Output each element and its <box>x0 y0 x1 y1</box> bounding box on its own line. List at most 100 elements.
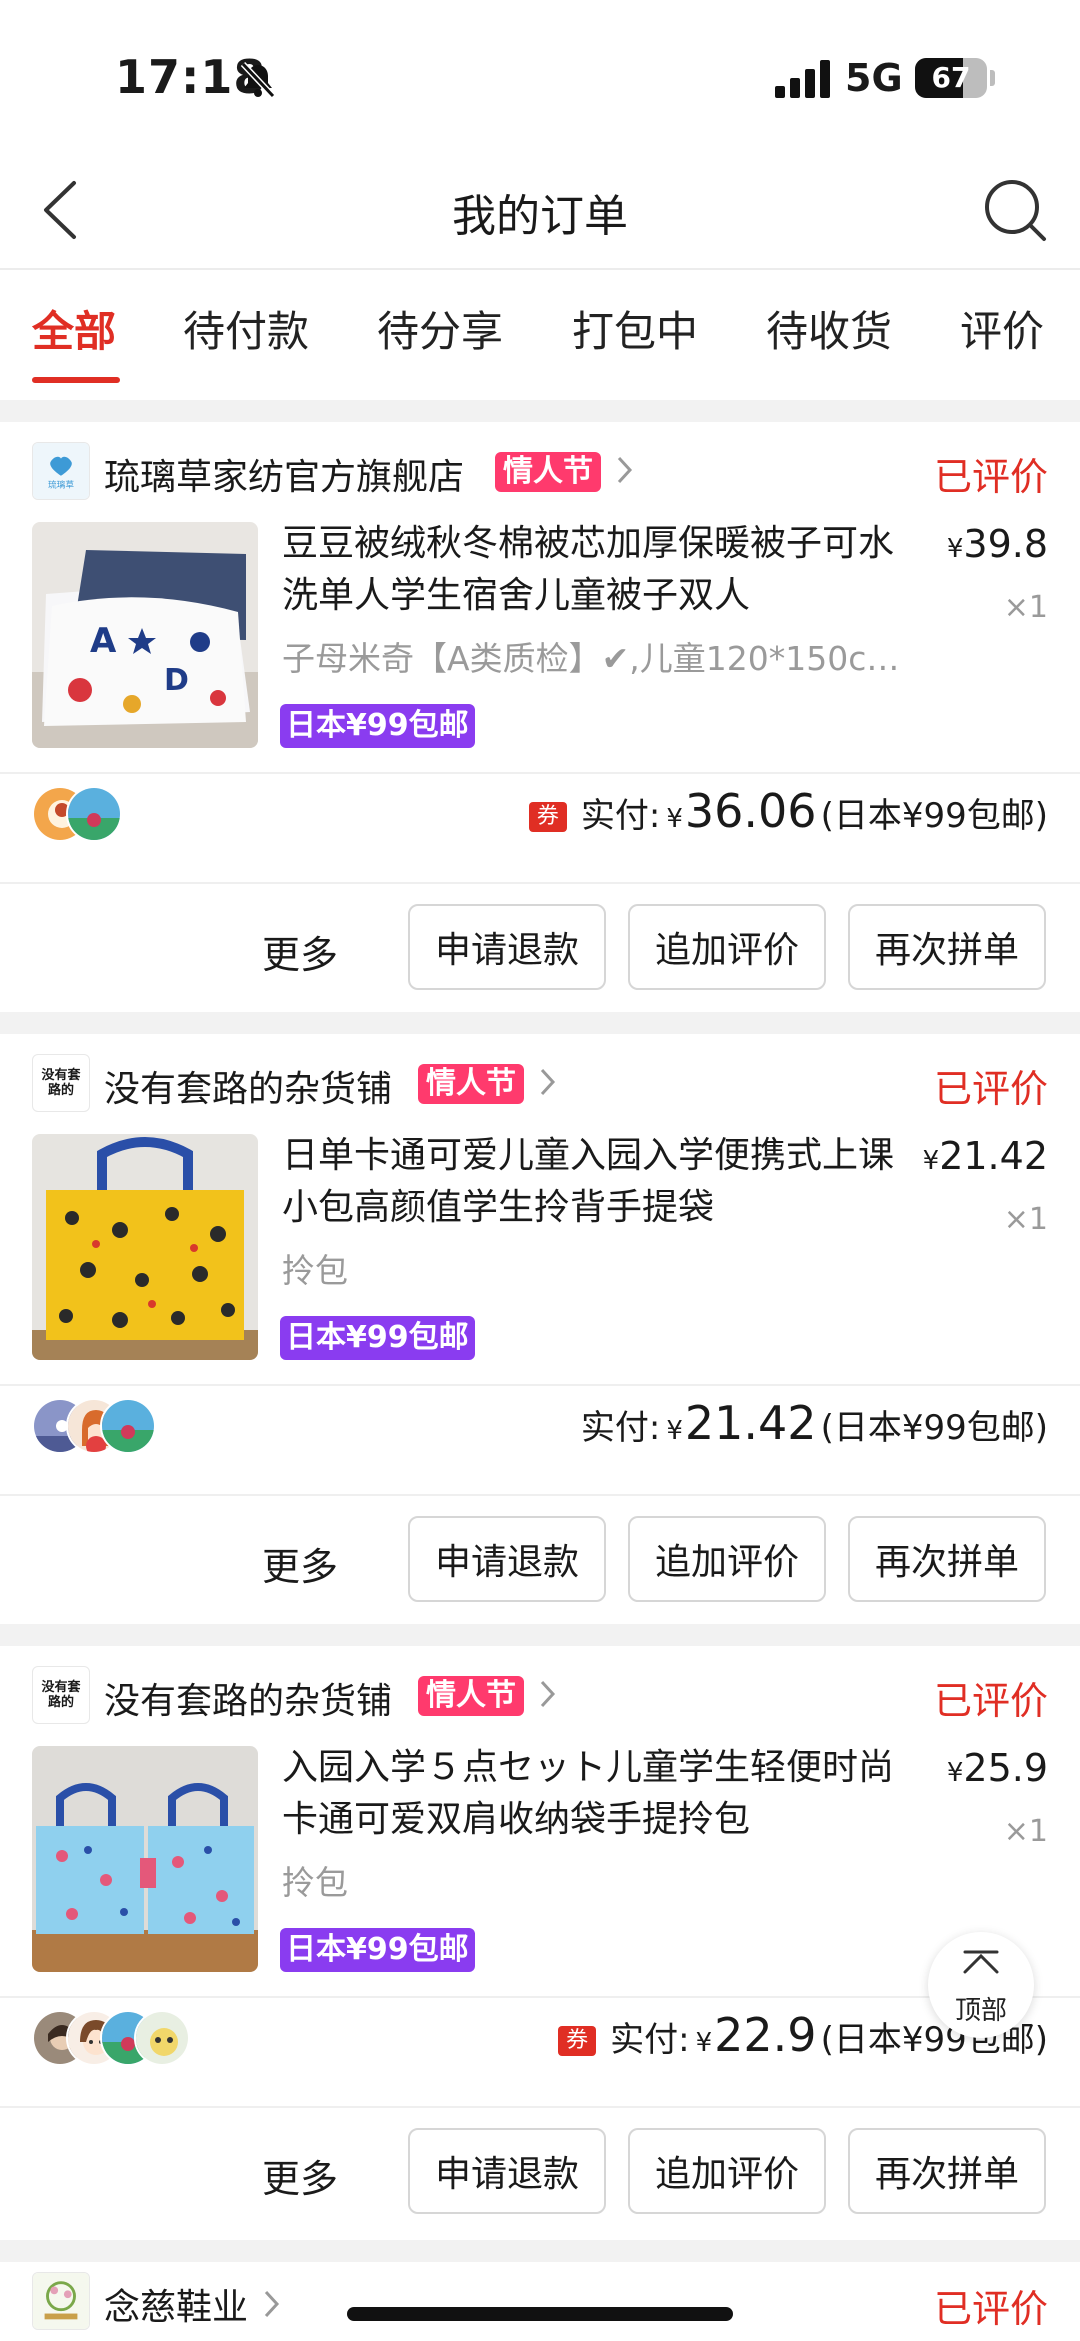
order-status: 已评价 <box>933 1067 1048 1111</box>
payment-row: 券 实付: ¥ 22.9 (日本¥99包邮) <box>32 1998 1048 2078</box>
order-status: 已评价 <box>933 455 1048 499</box>
order-tabs: 全部 待付款 待分享 打包中 待收货 评价 <box>0 272 1080 384</box>
order-actions: 更多 申请退款 追加评价 再次拼单 <box>0 904 1080 994</box>
more-button[interactable]: 更多 <box>262 2148 338 2203</box>
payment-row: 实付: ¥ 21.42 (日本¥99包邮) <box>32 1386 1048 1466</box>
product-spec: 拎包 <box>282 1251 348 1290</box>
chevron-up-icon <box>963 1950 999 1974</box>
tab-review[interactable]: 评价 <box>960 298 1044 359</box>
shop-row[interactable]: 没有套路的 没有套路的杂货铺 情人节 已评价 <box>32 1666 1048 1726</box>
paid-amount: 22.9 <box>714 2008 817 2062</box>
coupon-icon: 券 <box>528 802 567 832</box>
order-status: 已评价 <box>933 1679 1048 1723</box>
order-card: 没有套路的 没有套路的杂货铺 情人节 已评价 日单卡通可爱儿童入园入学便携式上课… <box>0 1034 1080 1624</box>
svg-text:D: D <box>164 663 189 698</box>
chevron-right-icon <box>540 1680 556 1708</box>
refund-button[interactable]: 申请退款 <box>408 1516 606 1602</box>
paid-label: 实付: <box>580 1408 661 1448</box>
svg-text:A: A <box>90 621 117 661</box>
product-quantity: ×1 <box>1003 1814 1048 1849</box>
shop-logo <box>32 2272 90 2330</box>
product-price: ¥39.8 <box>946 522 1048 566</box>
festival-tag: 情人节 <box>495 452 601 492</box>
product-image[interactable] <box>32 1134 258 1360</box>
order-actions: 更多 申请退款 追加评价 再次拼单 <box>0 2128 1080 2218</box>
avatar <box>134 2010 190 2066</box>
paid-note: (日本¥99包邮) <box>820 1408 1048 1448</box>
paid-total: 实付: ¥ 21.42 (日本¥99包邮) <box>580 1396 1048 1450</box>
order-actions: 更多 申请退款 追加评价 再次拼单 <box>0 1516 1080 1606</box>
product-price: ¥25.9 <box>946 1746 1048 1790</box>
tab-pending-share[interactable]: 待分享 <box>377 298 503 359</box>
product-image[interactable] <box>32 1746 258 1972</box>
silent-bell-icon <box>240 61 276 99</box>
shipping-tag: 日本¥99包邮 <box>280 1928 475 1972</box>
tab-pending-payment[interactable]: 待付款 <box>183 298 309 359</box>
payment-row: 券 实付: ¥ 36.06 (日本¥99包邮) <box>32 774 1048 854</box>
shop-logo: 没有套路的 <box>32 1054 90 1112</box>
more-button[interactable]: 更多 <box>262 924 338 979</box>
active-tab-indicator <box>32 377 120 383</box>
search-icon[interactable] <box>980 175 1050 245</box>
reorder-button[interactable]: 再次拼单 <box>848 2128 1046 2214</box>
product-image[interactable]: A D <box>32 522 258 748</box>
product-spec: 拎包 <box>282 1863 348 1902</box>
shop-row[interactable]: 没有套路的 没有套路的杂货铺 情人节 已评价 <box>32 1054 1048 1114</box>
add-review-button[interactable]: 追加评价 <box>628 904 826 990</box>
more-button[interactable]: 更多 <box>262 1536 338 1591</box>
refund-button[interactable]: 申请退款 <box>408 2128 606 2214</box>
avatar <box>100 1398 156 1454</box>
tab-packing[interactable]: 打包中 <box>572 298 698 359</box>
reorder-button[interactable]: 再次拼单 <box>848 904 1046 990</box>
order-card: 没有套路的 没有套路的杂货铺 情人节 已评价 入园入学５点セット儿童学生轻便时尚… <box>0 1646 1080 2236</box>
shop-name: 没有套路的杂货铺 <box>104 1069 393 1110</box>
coupon-icon: 券 <box>558 2026 597 2056</box>
svg-text:琉璃草: 琉璃草 <box>48 478 74 490</box>
shop-row[interactable]: 琉璃草 琉璃草家纺官方旗舰店 情人节 已评价 <box>32 442 1048 502</box>
shop-logo: 没有套路的 <box>32 1666 90 1724</box>
product-title[interactable]: 豆豆被绒秋冬棉被芯加厚保暖被子可水洗单人学生宿舍儿童被子双人 <box>282 518 902 622</box>
tab-all[interactable]: 全部 <box>32 298 116 359</box>
chevron-right-icon <box>540 1068 556 1096</box>
festival-tag: 情人节 <box>418 1676 524 1716</box>
status-bar: 17:18 5G 67 <box>0 0 1080 150</box>
shop-name[interactable]: 念慈鞋业 <box>104 2278 248 2330</box>
header: 我的订单 <box>0 150 1080 270</box>
product-spec: 子母米奇【A类质检】✔,儿童120*150cm 2斤 <box>282 639 902 678</box>
battery-icon: 67 <box>915 58 987 98</box>
shop-name: 琉璃草家纺官方旗舰店 <box>104 457 465 498</box>
paid-label: 实付: <box>580 796 661 836</box>
avatar <box>66 786 122 842</box>
paid-amount: 36.06 <box>684 784 817 838</box>
reorder-button[interactable]: 再次拼单 <box>848 1516 1046 1602</box>
order-card-partial: 念慈鞋业 已评价 <box>0 2262 1080 2341</box>
paid-amount: 21.42 <box>684 1396 817 1450</box>
cellular-signal-icon <box>775 60 830 98</box>
page-title: 我的订单 <box>452 191 628 242</box>
product-title[interactable]: 入园入学５点セット儿童学生轻便时尚卡通可爱双肩收纳袋手提拎包 <box>282 1742 902 1846</box>
home-indicator[interactable] <box>347 2307 733 2321</box>
order-card: 琉璃草 琉璃草家纺官方旗舰店 情人节 已评价 A D 豆豆被绒秋冬棉被芯加厚保暖… <box>0 422 1080 1012</box>
tab-pending-receipt[interactable]: 待收货 <box>766 298 892 359</box>
chevron-right-icon <box>617 456 633 484</box>
add-review-button[interactable]: 追加评价 <box>628 2128 826 2214</box>
festival-tag: 情人节 <box>418 1064 524 1104</box>
product-quantity: ×1 <box>1003 1202 1048 1237</box>
shipping-tag: 日本¥99包邮 <box>280 704 475 748</box>
product-title[interactable]: 日单卡通可爱儿童入园入学便携式上课小包高颜值学生拎背手提袋 <box>282 1130 902 1234</box>
back-to-top-button[interactable]: 顶部 <box>928 1932 1034 2038</box>
shipping-tag: 日本¥99包邮 <box>280 1316 475 1360</box>
add-review-button[interactable]: 追加评价 <box>628 1516 826 1602</box>
network-type: 5G <box>845 56 903 100</box>
refund-button[interactable]: 申请退款 <box>408 904 606 990</box>
product-price: ¥21.42 <box>922 1134 1048 1178</box>
product-quantity: ×1 <box>1003 590 1048 625</box>
paid-total: 券 实付: ¥ 36.06 (日本¥99包邮) <box>528 784 1048 838</box>
chevron-right-icon <box>264 2290 280 2318</box>
order-status: 已评价 <box>933 2287 1048 2331</box>
paid-note: (日本¥99包邮) <box>820 796 1048 836</box>
shop-logo: 琉璃草 <box>32 442 90 500</box>
back-to-top-label: 顶部 <box>954 1996 1007 2026</box>
battery-level: 67 <box>931 61 971 94</box>
paid-label: 实付: <box>610 2020 690 2060</box>
